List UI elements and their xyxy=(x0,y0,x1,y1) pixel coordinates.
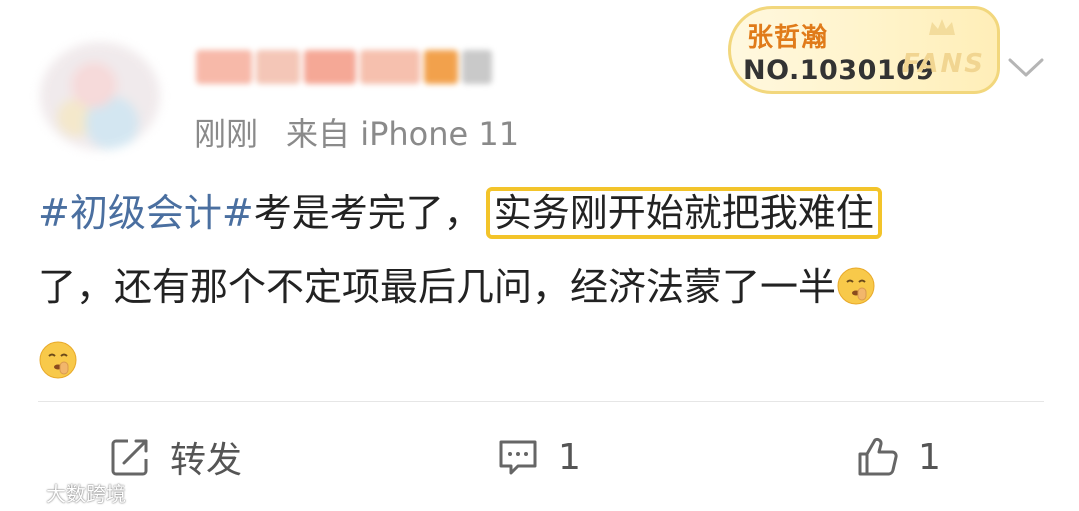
chevron-down-icon[interactable] xyxy=(1006,56,1046,80)
like-count: 1 xyxy=(918,436,941,478)
avatar[interactable] xyxy=(40,42,160,150)
post-content: #初级会计#考是考完了， 实务刚开始就把我难住 了，还有那个不定项最后几问，经济法… xyxy=(38,176,1048,398)
fan-badge[interactable]: 张哲瀚 NO.1030109 FANS xyxy=(728,6,1000,94)
fan-badge-name: 张哲瀚 xyxy=(747,23,829,53)
repost-label: 转发 xyxy=(170,440,243,481)
comment-icon xyxy=(499,440,537,475)
watermark-logo-icon xyxy=(8,483,39,501)
fan-badge-deco: FANS xyxy=(901,49,985,79)
like-button[interactable]: 1 xyxy=(856,430,941,484)
highlighted-text: 实务刚开始就把我难住 xyxy=(485,187,882,239)
watermark: 大数跨境 xyxy=(6,478,126,507)
post-text-before: 考是考完了， xyxy=(253,191,482,235)
divider xyxy=(38,401,1044,402)
comment-button[interactable]: 1 xyxy=(496,430,581,484)
watermark-text: 大数跨境 xyxy=(46,482,126,506)
repost-icon xyxy=(111,439,148,476)
comment-count: 1 xyxy=(558,436,581,478)
post-source: 来自 iPhone 11 xyxy=(286,115,520,153)
post-time: 刚刚 xyxy=(194,115,259,153)
repost-button[interactable]: 转发 xyxy=(108,430,242,484)
username-blurred[interactable] xyxy=(196,46,512,88)
shush-emoji xyxy=(837,267,875,305)
post-text-after: 了，还有那个不定项最后几问，经济法蒙了一半 xyxy=(38,265,837,309)
post-meta: 刚刚 来自 iPhone 11 xyxy=(194,108,519,156)
shush-emoji xyxy=(39,341,77,379)
hashtag-link[interactable]: #初级会计# xyxy=(38,191,254,235)
crown-icon xyxy=(929,19,955,35)
like-icon xyxy=(858,437,898,476)
